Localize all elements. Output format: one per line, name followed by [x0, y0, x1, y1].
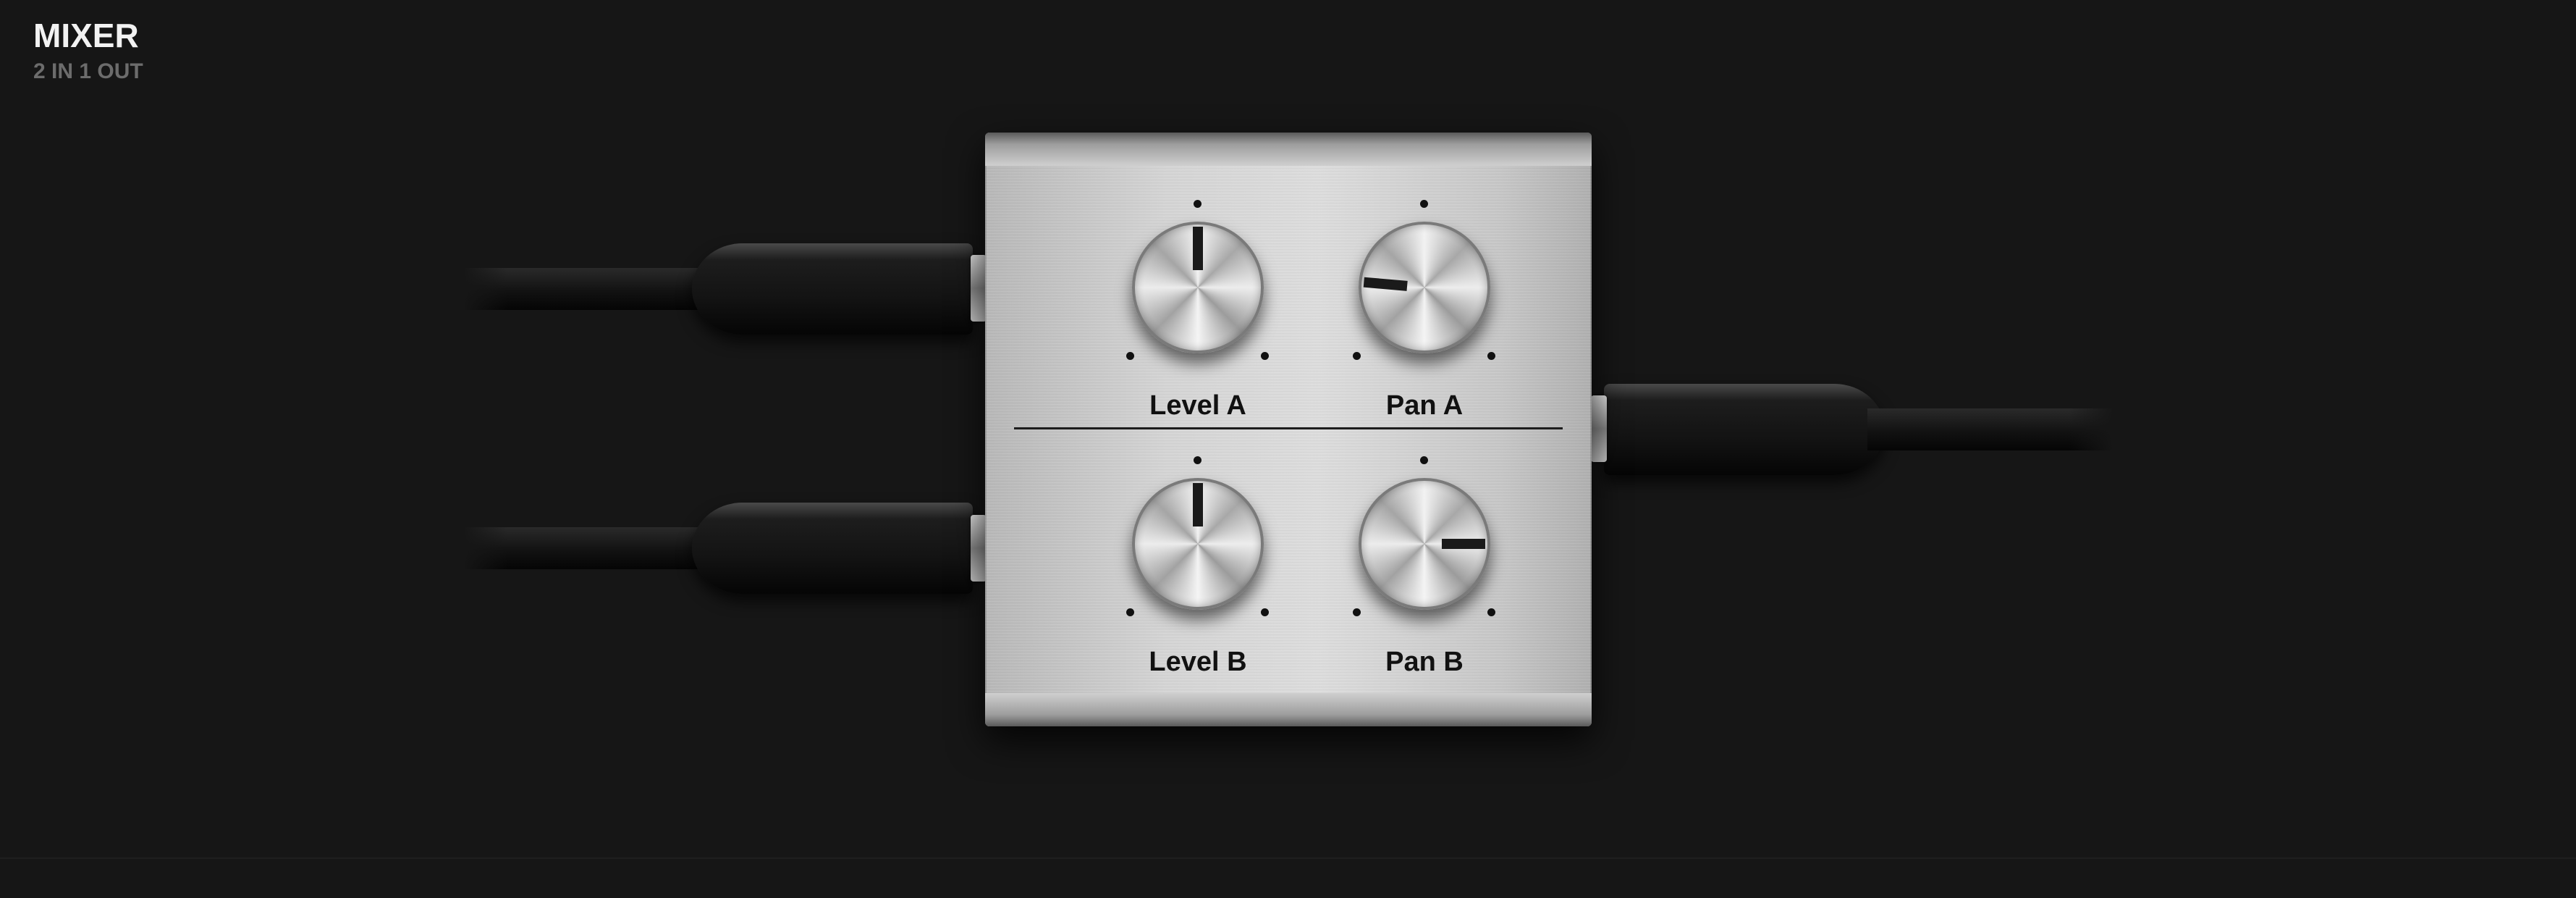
knob-pointer [1193, 227, 1203, 270]
knob-dial[interactable] [1132, 222, 1264, 353]
knob-dial[interactable] [1359, 222, 1490, 353]
input-jack-a[interactable] [971, 255, 987, 322]
knob-pan-a[interactable]: Pan A [1330, 194, 1518, 433]
knob-dial[interactable] [1359, 478, 1490, 610]
scale-dot [1487, 352, 1495, 360]
scale-dot [1353, 352, 1361, 360]
input-cable-b[interactable] [463, 503, 984, 594]
input-cable-a[interactable] [463, 243, 984, 335]
mixer-module: Level A Pan A Level B Pan B [985, 133, 1592, 726]
knob-label: Level B [1149, 647, 1247, 677]
plug-boot[interactable] [1604, 384, 1885, 475]
knob-pointer [1193, 483, 1203, 526]
knob-label: Pan A [1385, 390, 1464, 421]
scale-dot [1261, 352, 1269, 360]
top-bevel [985, 133, 1592, 166]
cable-wire [1867, 408, 2113, 450]
input-jack-b[interactable] [971, 515, 987, 582]
knob-level-b[interactable]: Level B [1103, 450, 1291, 689]
knob-level-a[interactable]: Level A [1103, 194, 1291, 433]
plug-boot[interactable] [692, 243, 973, 335]
plug-boot[interactable] [692, 503, 973, 594]
scale-dot [1420, 456, 1428, 464]
knob-label: Pan B [1385, 647, 1464, 677]
page-subtitle: 2 IN 1 OUT [33, 59, 143, 83]
output-cable[interactable] [1592, 384, 2113, 475]
page-title: MIXER [33, 17, 139, 54]
header: MIXER 2 IN 1 OUT [33, 16, 143, 85]
knob-dial[interactable] [1132, 478, 1264, 610]
scale-dot [1353, 608, 1361, 616]
scale-dot [1194, 456, 1202, 464]
scale-dot [1420, 200, 1428, 208]
section-divider [1014, 427, 1563, 429]
scale-dot [1194, 200, 1202, 208]
output-jack[interactable] [1591, 395, 1607, 462]
scale-dot [1126, 608, 1134, 616]
knob-pan-b[interactable]: Pan B [1330, 450, 1518, 689]
scale-dot [1126, 352, 1134, 360]
knob-label: Level A [1149, 390, 1246, 421]
knob-pointer [1363, 277, 1408, 291]
scale-dot [1487, 608, 1495, 616]
cable-wire [463, 268, 709, 310]
scale-dot [1261, 608, 1269, 616]
knob-pointer [1442, 539, 1485, 549]
footer-divider [0, 857, 2576, 859]
cable-wire [463, 527, 709, 569]
bottom-bevel [985, 693, 1592, 726]
